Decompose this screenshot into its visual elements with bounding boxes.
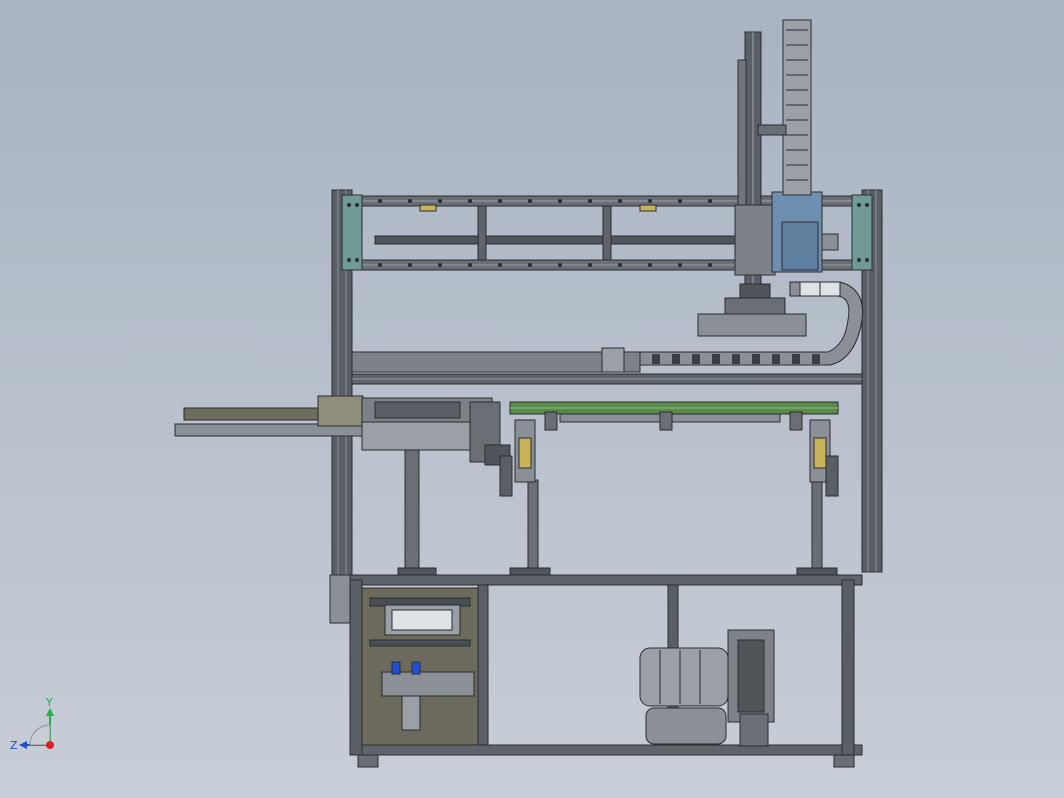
gantry-plate-left (341, 194, 363, 271)
z-axis-label: Z (10, 739, 18, 752)
gantry-strut-2 (602, 205, 612, 261)
carriage-block (734, 204, 776, 276)
coordinate-triad: Y Z (10, 696, 54, 752)
y-axis-label: Y (45, 696, 53, 709)
machine-drawing: Y Z (10, 19, 883, 768)
transfer-conveyor (509, 401, 839, 431)
vertical-drag-chain (757, 19, 812, 196)
conveyor-supports (397, 449, 838, 576)
origin-marker (46, 741, 54, 749)
control-panel (361, 587, 479, 746)
cad-viewport[interactable]: Y Z (0, 0, 1064, 798)
gantry-plate-right (851, 194, 873, 271)
gripper-plate (697, 313, 807, 337)
vacuum-blower (639, 629, 775, 747)
lift-cylinders (499, 419, 839, 497)
drag-chain-links (652, 354, 820, 364)
gantry-beam-mid (374, 235, 738, 245)
gantry-strut-1 (477, 205, 487, 261)
